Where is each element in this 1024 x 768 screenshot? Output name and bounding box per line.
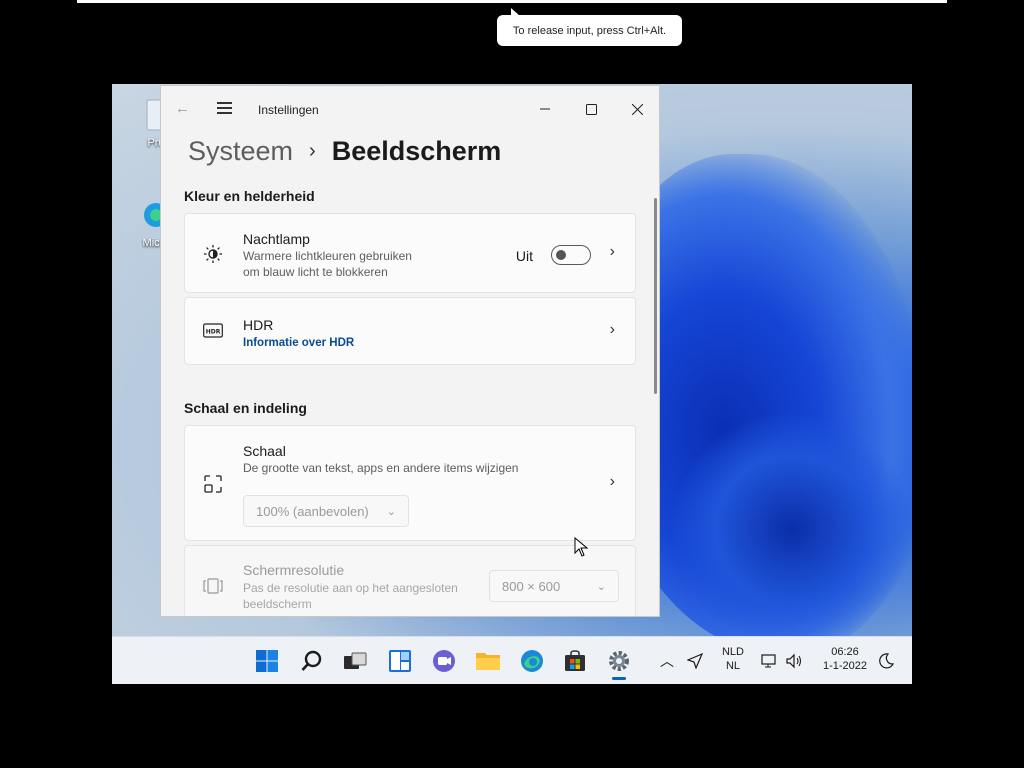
resolution-desc-1: Pas de resolutie aan op het aangesloten bbox=[243, 581, 458, 595]
scale-dropdown-value: 100% (aanbevolen) bbox=[256, 503, 369, 519]
widgets-button[interactable] bbox=[386, 647, 414, 675]
scale-icon bbox=[204, 475, 222, 493]
focus-assist-button[interactable] bbox=[872, 647, 900, 675]
page-title: Beeldscherm bbox=[331, 135, 502, 166]
settings-taskbar-button[interactable] bbox=[605, 647, 633, 675]
app-title: Instellingen bbox=[258, 103, 319, 117]
resolution-desc-2: beeldscherm bbox=[243, 597, 312, 611]
chevron-up-icon: ︿ bbox=[660, 653, 674, 669]
search-button[interactable] bbox=[298, 647, 326, 675]
night-light-desc-1: Warmere lichtkleuren gebruiken bbox=[243, 249, 412, 263]
section-color-brightness: Kleur en helderheid bbox=[184, 188, 315, 204]
location-arrow-icon bbox=[687, 653, 703, 669]
chevron-right-icon: › bbox=[309, 139, 316, 162]
breadcrumb-parent[interactable]: Systeem bbox=[188, 136, 293, 167]
edge-button[interactable] bbox=[518, 647, 546, 675]
maximize-button[interactable] bbox=[568, 94, 614, 124]
minimize-icon bbox=[540, 108, 550, 110]
section-scale-layout: Schaal en indeling bbox=[184, 400, 307, 416]
show-hidden-icons-button[interactable]: ︿ bbox=[653, 647, 681, 675]
back-arrow-icon: ← bbox=[175, 100, 190, 117]
edge-icon bbox=[521, 650, 543, 672]
title-bar[interactable]: ← Instellingen bbox=[161, 86, 659, 134]
store-icon bbox=[565, 650, 585, 671]
keyboard-layout: NL bbox=[725, 660, 741, 672]
night-light-toggle[interactable] bbox=[551, 245, 591, 265]
vm-screen[interactable]: Pru Micro ← Instellingen Systeem › Beeld bbox=[112, 84, 912, 684]
tooltip-text: To release input, press Ctrl+Alt. bbox=[512, 24, 667, 37]
hdr-icon: HDR bbox=[203, 323, 223, 338]
night-light-desc-2: om blauw licht te blokkeren bbox=[243, 265, 388, 279]
pointer-icon bbox=[574, 536, 589, 557]
search-icon bbox=[301, 650, 322, 671]
chevron-right-icon: › bbox=[609, 473, 615, 490]
scrollbar-thumb[interactable] bbox=[654, 198, 657, 394]
speaker-icon bbox=[786, 653, 802, 669]
task-view-icon bbox=[344, 652, 367, 669]
file-explorer-button[interactable] bbox=[474, 647, 502, 675]
task-view-button[interactable] bbox=[341, 647, 369, 675]
network-icon bbox=[761, 654, 776, 668]
language-indicator[interactable]: NLD NL bbox=[716, 646, 750, 672]
volume-button[interactable] bbox=[780, 647, 808, 675]
night-light-state: Uit bbox=[515, 248, 533, 264]
gear-icon bbox=[609, 651, 629, 671]
chat-button[interactable] bbox=[430, 647, 458, 675]
resolution-icon bbox=[203, 578, 223, 594]
hdr-title: HDR bbox=[243, 317, 274, 333]
language-code: NLD bbox=[721, 646, 744, 658]
nav-menu-button[interactable] bbox=[217, 102, 232, 117]
clock-time: 06:26 bbox=[831, 646, 859, 658]
back-button[interactable]: ← bbox=[175, 100, 190, 117]
mouse-cursor bbox=[574, 536, 589, 562]
active-app-indicator bbox=[612, 677, 626, 680]
scale-desc: De grootte van tekst, apps en andere ite… bbox=[243, 461, 519, 475]
widgets-icon bbox=[389, 650, 411, 672]
release-input-tooltip: To release input, press Ctrl+Alt. bbox=[497, 8, 682, 46]
close-button[interactable] bbox=[614, 94, 659, 124]
minimize-button[interactable] bbox=[522, 94, 568, 124]
resolution-card[interactable]: Schermresolutie Pas de resolutie aan op … bbox=[184, 545, 636, 616]
hdr-card[interactable]: HDR HDR Informatie over HDR › bbox=[184, 297, 636, 365]
chevron-right-icon: › bbox=[609, 321, 615, 338]
scale-card[interactable]: Schaal De grootte van tekst, apps en and… bbox=[184, 425, 636, 541]
wallpaper-bloom-lower bbox=[672, 414, 912, 644]
breadcrumb: Systeem › Beeldscherm bbox=[188, 134, 501, 168]
taskbar: ︿ NLD NL 06:26 1-1-2022 bbox=[112, 636, 912, 684]
teams-chat-icon bbox=[433, 650, 455, 672]
close-icon bbox=[631, 103, 643, 115]
clock[interactable]: 06:26 1-1-2022 bbox=[818, 646, 872, 672]
chevron-down-icon: ⌄ bbox=[386, 505, 396, 518]
scale-dropdown[interactable]: 100% (aanbevolen) ⌄ bbox=[243, 495, 409, 527]
night-light-card[interactable]: Nachtlamp Warmere lichtkleuren gebruiken… bbox=[184, 213, 636, 293]
location-button[interactable] bbox=[681, 647, 709, 675]
windows-logo-icon bbox=[256, 650, 278, 672]
moon-icon bbox=[879, 653, 894, 669]
chevron-right-icon: › bbox=[609, 243, 615, 260]
chevron-down-icon: ⌄ bbox=[596, 580, 606, 593]
night-light-title: Nachtlamp bbox=[243, 231, 310, 247]
start-button[interactable] bbox=[253, 647, 281, 675]
scale-title: Schaal bbox=[243, 443, 286, 459]
store-button[interactable] bbox=[561, 647, 589, 675]
hamburger-icon bbox=[217, 102, 232, 104]
night-light-icon bbox=[204, 245, 222, 263]
clock-date: 1-1-2022 bbox=[822, 660, 868, 672]
hdr-info-link[interactable]: Informatie over HDR bbox=[243, 335, 354, 351]
hamburger-line bbox=[217, 107, 232, 109]
hdr-badge-text: HDR bbox=[206, 329, 221, 336]
hamburger-line bbox=[217, 112, 232, 114]
resolution-dropdown[interactable]: 800 × 600 ⌄ bbox=[489, 570, 619, 602]
host-top-bar bbox=[77, 0, 947, 3]
folder-icon bbox=[476, 653, 500, 670]
resolution-title: Schermresolutie bbox=[243, 562, 345, 578]
resolution-dropdown-value: 800 × 600 bbox=[502, 578, 561, 594]
maximize-icon bbox=[585, 103, 597, 115]
